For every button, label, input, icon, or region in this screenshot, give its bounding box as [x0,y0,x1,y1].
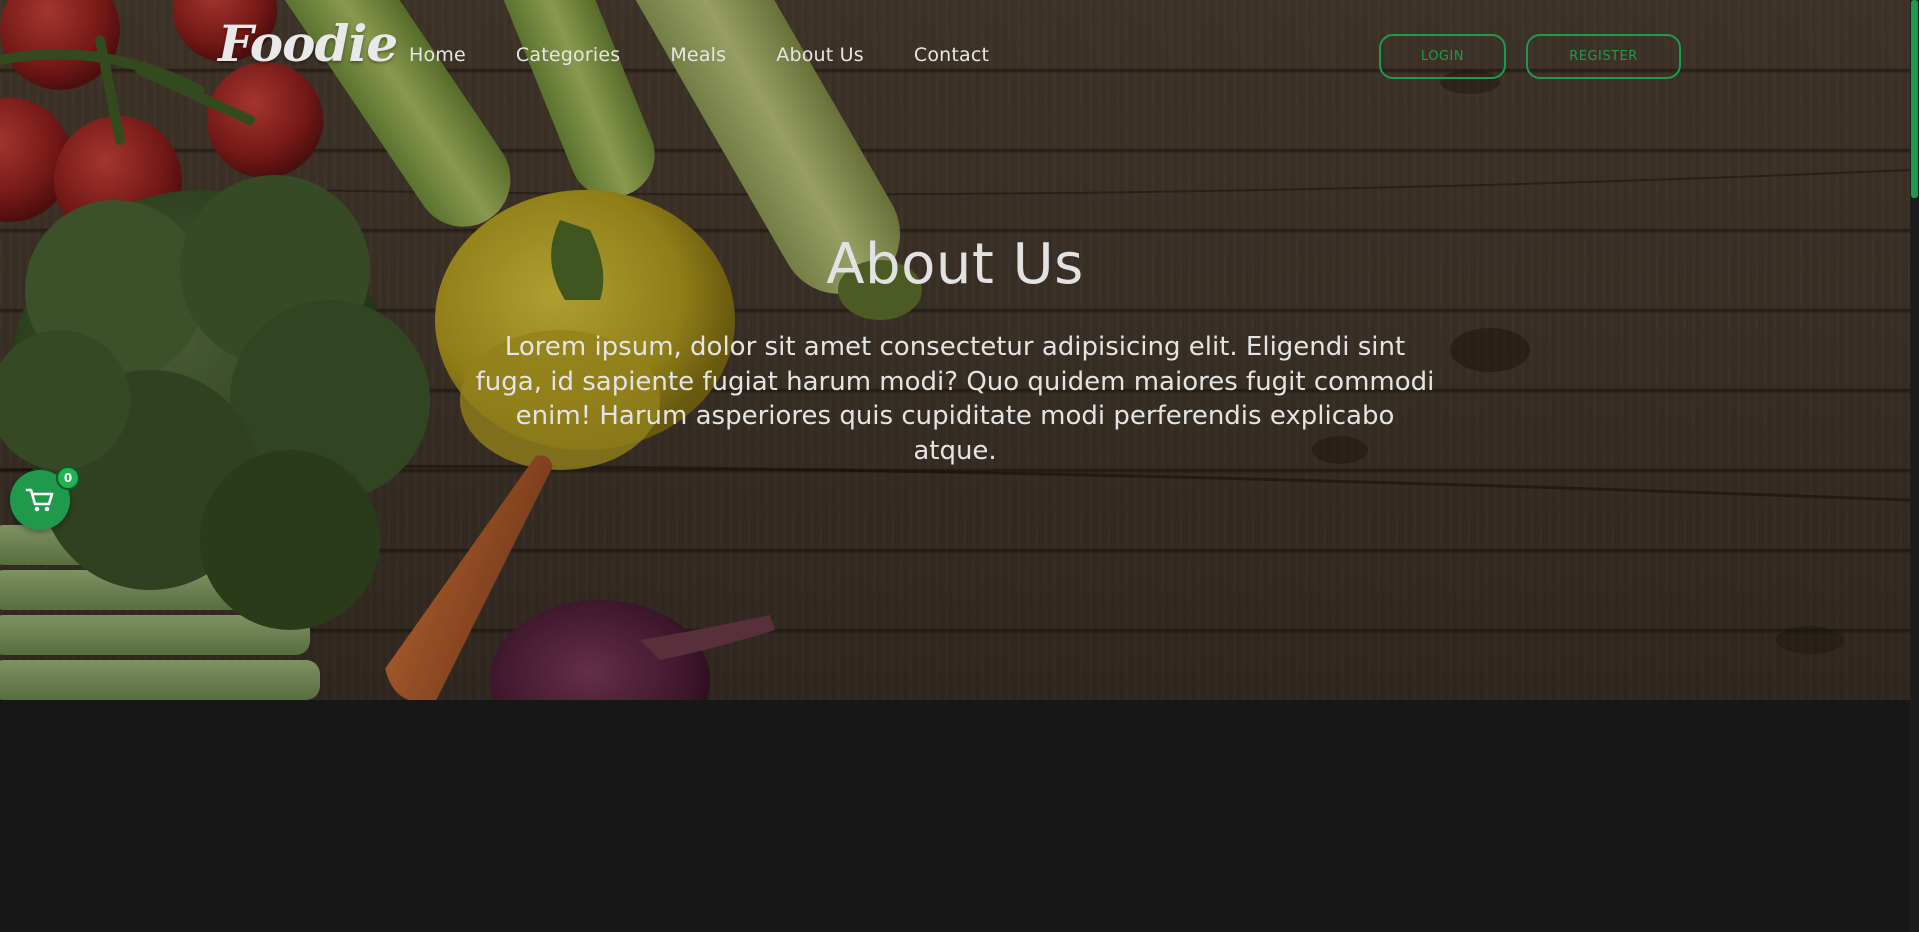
page: Foodie Home Categories Meals About Us Co… [0,0,1919,932]
login-button[interactable]: LOGIN [1379,34,1506,79]
hero-description: Lorem ipsum, dolor sit amet consectetur … [475,332,1435,466]
page-title: About Us [826,232,1084,297]
nav-item-categories[interactable]: Categories [516,44,620,66]
logo[interactable]: Foodie [218,14,398,73]
nav-item-meals[interactable]: Meals [670,44,726,66]
main-nav: Home Categories Meals About Us Contact [409,44,1039,66]
cart-count-badge: 0 [56,466,80,490]
register-button[interactable]: REGISTER [1526,34,1681,79]
cart-icon [25,488,54,512]
nav-item-contact[interactable]: Contact [914,44,989,66]
nav-item-about-us[interactable]: About Us [776,44,864,66]
scrollbar-thumb[interactable] [1911,0,1918,198]
nav-item-home[interactable]: Home [409,44,466,66]
hero-section: Foodie Home Categories Meals About Us Co… [0,0,1910,700]
